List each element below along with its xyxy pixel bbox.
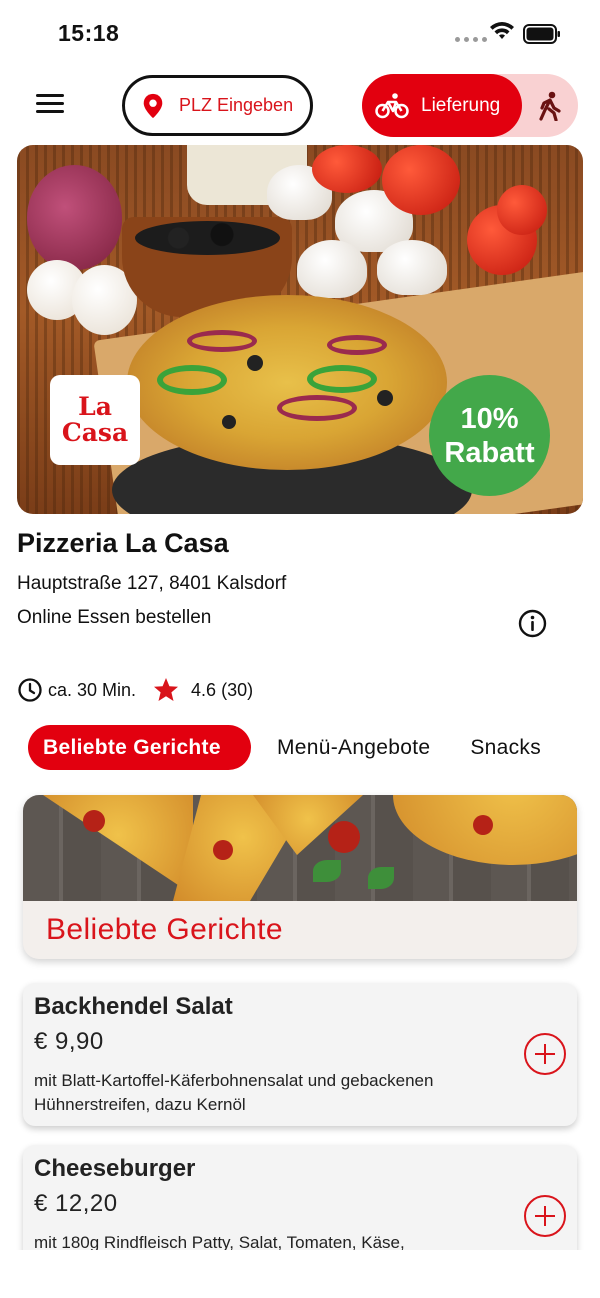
dish-name: Cheeseburger	[34, 1155, 196, 1182]
delivery-option[interactable]: Lieferung	[362, 74, 522, 137]
clock-icon	[18, 678, 42, 702]
info-icon[interactable]	[518, 609, 547, 638]
restaurant-logo: La Casa	[50, 375, 140, 465]
bike-icon	[375, 92, 409, 118]
logo-line2: Casa	[61, 418, 129, 447]
category-title: Beliebte Gerichte	[46, 913, 283, 946]
discount-word: Rabatt	[444, 436, 535, 469]
tab-menu-angebote[interactable]: Menü-Angebote	[277, 725, 430, 770]
tab-snacks[interactable]: Snacks	[470, 725, 541, 770]
dish-card[interactable]: Backhendel Salat € 9,90 mit Blatt-Kartof…	[23, 983, 577, 1126]
discount-badge: 10% Rabatt	[429, 375, 550, 496]
bottom-area	[0, 1250, 600, 1298]
category-tabs: Beliebte Gerichte Menü-Angebote Snacks	[28, 725, 541, 770]
dish-description: mit Blatt-Kartoffel-Käferbohnensalat und…	[34, 1071, 434, 1114]
restaurant-address: Hauptstraße 127, 8401 Kalsdorf	[17, 573, 287, 594]
restaurant-meta: ca. 30 Min. 4.6 (30)	[17, 676, 253, 704]
delivery-time: ca. 30 Min.	[48, 679, 137, 700]
add-to-cart-button[interactable]	[524, 1033, 566, 1075]
wifi-icon	[490, 22, 514, 39]
menu-button[interactable]	[36, 94, 64, 116]
category-image	[23, 795, 577, 901]
rating: 4.6 (30)	[191, 679, 254, 700]
signal-dots-icon	[455, 37, 487, 42]
walk-icon[interactable]	[535, 91, 563, 121]
delivery-mode-toggle[interactable]: Lieferung	[362, 74, 578, 137]
category-banner: Beliebte Gerichte	[23, 795, 577, 959]
header: PLZ Eingeben Lieferung	[0, 72, 600, 138]
dish-price: € 12,20	[34, 1190, 118, 1217]
delivery-label: Lieferung	[421, 94, 501, 116]
plz-label: PLZ Eingeben	[179, 95, 294, 115]
add-to-cart-button[interactable]	[524, 1195, 566, 1237]
location-pin-icon	[143, 93, 163, 118]
status-bar: 15:18	[0, 0, 600, 62]
battery-icon	[523, 24, 560, 44]
discount-percent: 10%	[460, 402, 519, 435]
plz-input-button[interactable]: PLZ Eingeben	[122, 75, 313, 136]
dish-price: € 9,90	[34, 1028, 104, 1055]
restaurant-tagline: Online Essen bestellen	[17, 607, 212, 628]
status-time: 15:18	[58, 20, 120, 46]
restaurant-name: Pizzeria La Casa	[17, 528, 229, 558]
dish-name: Backhendel Salat	[34, 993, 233, 1020]
logo-line1: La	[78, 392, 112, 421]
tab-beliebte-gerichte[interactable]: Beliebte Gerichte	[28, 725, 251, 770]
star-icon	[154, 678, 179, 701]
restaurant-hero-image: La Casa 10% Rabatt	[17, 145, 583, 514]
